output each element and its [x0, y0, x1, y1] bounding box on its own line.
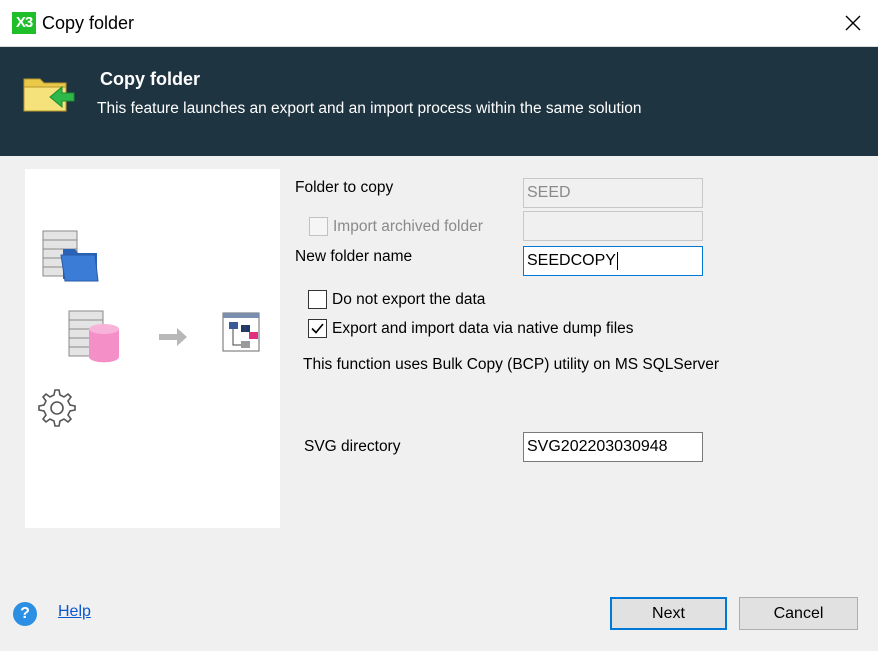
- window-title: Copy folder: [42, 13, 135, 33]
- do-not-export-checkbox[interactable]: [308, 290, 327, 309]
- title-bar: X3 Copy folder: [0, 0, 878, 47]
- new-folder-name-input[interactable]: SEEDCOPY: [523, 246, 703, 276]
- gear-icon: [38, 389, 76, 427]
- import-archived-label: Import archived folder: [333, 218, 483, 235]
- bcp-info-text: This function uses Bulk Copy (BCP) utili…: [303, 356, 720, 373]
- header-banner: Copy folder This feature launches an exp…: [0, 47, 878, 156]
- illustration: [38, 230, 260, 427]
- new-folder-name-value: SEEDCOPY: [527, 252, 616, 269]
- folder-copy-icon: [23, 78, 75, 112]
- banner-title: Copy folder: [100, 69, 201, 89]
- banner-subtitle: This feature launches an export and an i…: [97, 100, 642, 117]
- folder-to-copy-field: SEED: [523, 178, 703, 208]
- text-caret: [616, 251, 618, 270]
- svg-directory-label: SVG directory: [304, 438, 401, 455]
- do-not-export-label[interactable]: Do not export the data: [332, 291, 485, 309]
- server-database-icon: [68, 310, 119, 363]
- checkmark-icon: [311, 323, 324, 334]
- native-dump-checkbox[interactable]: [308, 319, 327, 338]
- cancel-button[interactable]: Cancel: [739, 597, 858, 630]
- import-archived-field: [523, 211, 703, 241]
- close-button[interactable]: [828, 0, 878, 46]
- import-archived-checkbox: [309, 217, 328, 236]
- illustration-panel: [25, 169, 280, 528]
- sage-x3-app-icon: X3: [12, 12, 36, 34]
- svg-directory-input[interactable]: SVG202203030948: [523, 432, 703, 462]
- help-icon[interactable]: ?: [13, 602, 37, 626]
- arrow-right-icon: [159, 328, 187, 346]
- diagram-window-icon: [222, 312, 260, 352]
- close-icon: [845, 15, 861, 31]
- native-dump-label[interactable]: Export and import data via native dump f…: [332, 320, 634, 338]
- new-folder-name-label: New folder name: [295, 248, 413, 265]
- help-link[interactable]: Help: [58, 603, 91, 621]
- folder-to-copy-label: Folder to copy: [295, 179, 394, 196]
- server-folder-icon: [42, 230, 99, 282]
- next-button[interactable]: Next: [610, 597, 727, 630]
